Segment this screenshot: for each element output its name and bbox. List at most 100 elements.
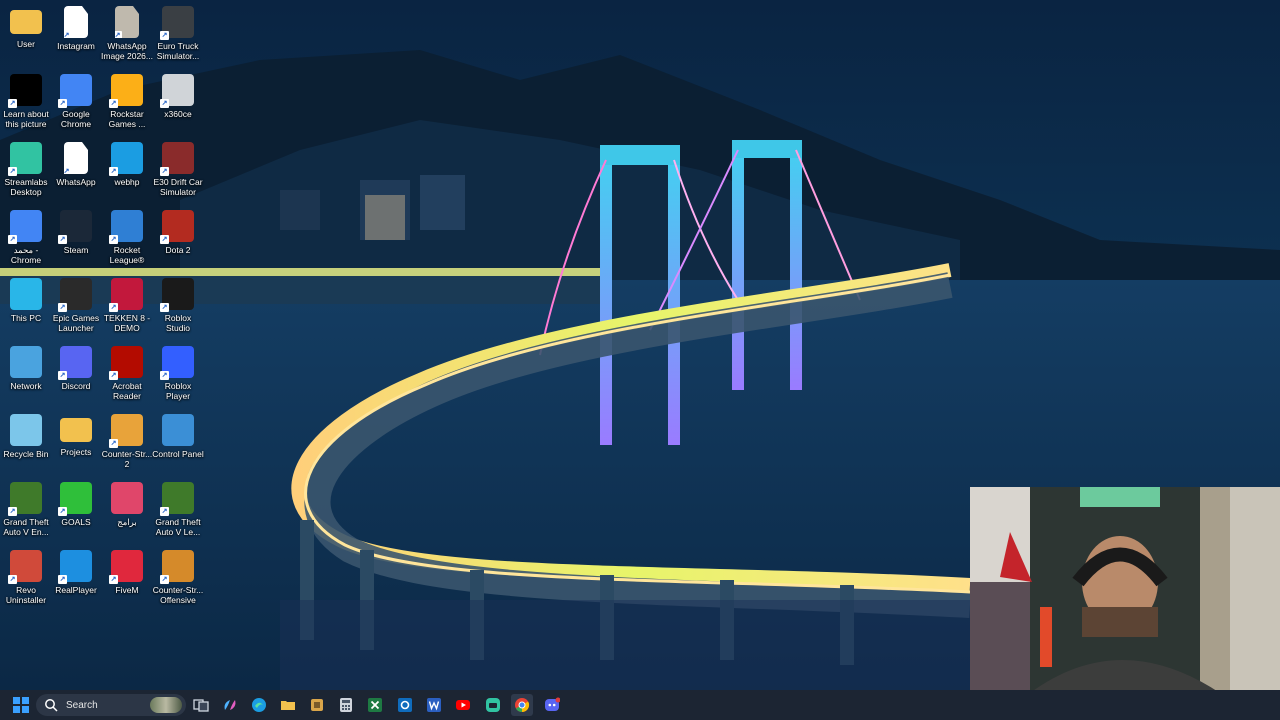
desktop-icon[interactable]: ↗ Grand Theft Auto V En... xyxy=(0,476,52,537)
realplayer-icon: ↗ xyxy=(58,550,92,584)
desktop-icon[interactable]: User xyxy=(0,0,52,49)
desktop-icon[interactable]: ↗ WhatsApp xyxy=(50,136,102,187)
shortcut-arrow-icon: ↗ xyxy=(63,167,71,175)
shortcut-arrow-icon: ↗ xyxy=(160,235,169,244)
desktop-icon[interactable]: This PC xyxy=(0,272,52,323)
desktop-icon[interactable]: ↗ Rockstar Games ... xyxy=(101,68,153,129)
desktop-icon[interactable]: ↗ Grand Theft Auto V Le... xyxy=(152,476,204,537)
file-icon: ↗ xyxy=(64,6,88,38)
excel-taskbar-button[interactable] xyxy=(364,694,386,716)
desktop-icon[interactable]: ↗ Roblox Player xyxy=(152,340,204,401)
shortcut-arrow-icon: ↗ xyxy=(160,167,169,176)
steam-icon: ↗ xyxy=(58,210,92,244)
desktop-icon[interactable]: ↗ RealPlayer xyxy=(50,544,102,595)
app-taskbar-button[interactable] xyxy=(306,694,328,716)
taskbar: Search xyxy=(0,690,1280,720)
desktop-icon-label: webhp xyxy=(114,177,140,187)
folder-icon xyxy=(10,10,42,34)
youtube-taskbar-button[interactable] xyxy=(452,694,474,716)
desktop-icon[interactable]: ↗ x360ce xyxy=(152,68,204,119)
desktop-icon[interactable]: ↗ Streamlabs Desktop xyxy=(0,136,52,197)
desktop-icon[interactable]: ↗ محمد - Chrome xyxy=(0,204,52,265)
desktop-icon-label: Streamlabs Desktop xyxy=(4,177,48,197)
car-icon: ↗ xyxy=(160,142,194,176)
chrome-taskbar-button[interactable] xyxy=(511,694,533,716)
desktop-icon[interactable]: Network xyxy=(0,340,52,391)
desktop-icon[interactable]: Projects xyxy=(50,408,102,457)
shortcut-arrow-icon: ↗ xyxy=(8,99,17,108)
desktop-icon-label: Euro Truck Simulator... xyxy=(156,41,200,61)
start-button[interactable] xyxy=(10,694,32,716)
shortcut-arrow-icon: ↗ xyxy=(58,303,67,312)
app-icon xyxy=(311,699,323,711)
streamlabs-taskbar-button[interactable] xyxy=(482,694,504,716)
desktop-icon[interactable]: ↗ Counter-Str... 2 xyxy=(101,408,153,469)
edge-taskbar-button[interactable] xyxy=(248,694,270,716)
desktop-icon[interactable]: ↗ webhp xyxy=(101,136,153,187)
file-explorer-button[interactable] xyxy=(277,694,299,716)
windows-icon xyxy=(13,697,29,713)
desktop-icon-label: Roblox Studio xyxy=(164,313,192,333)
desktop-icon[interactable]: ↗ Discord xyxy=(50,340,102,391)
desktop-icon[interactable]: ↗ Rocket League® xyxy=(101,204,153,265)
shortcut-arrow-icon: ↗ xyxy=(160,575,169,584)
monitor-icon xyxy=(10,278,42,310)
shortcut-arrow-icon: ↗ xyxy=(114,31,122,39)
camera-icon: ↗ xyxy=(8,74,42,108)
copilot-button[interactable] xyxy=(219,694,241,716)
desktop-icon[interactable]: ↗ GOALS xyxy=(50,476,102,527)
desktop-icon-label: RealPlayer xyxy=(55,585,97,595)
desktop-icon[interactable]: ↗ Learn about this picture xyxy=(0,68,52,129)
desktop-icon[interactable]: ↗ Counter-Str... Offensive xyxy=(152,544,204,605)
desktop-icon[interactable]: ↗ Euro Truck Simulator... xyxy=(152,0,204,61)
desktop-icon[interactable]: ↗ WhatsApp Image 2026... xyxy=(101,0,153,61)
task-view-icon xyxy=(193,699,209,712)
desktop-icon[interactable]: برامج xyxy=(101,476,153,527)
desktop-icon[interactable]: ↗ Google Chrome xyxy=(50,68,102,129)
desktop-icon-label: Network xyxy=(10,381,42,391)
chrome-icon: ↗ xyxy=(58,74,92,108)
desktop-icon-label: Revo Uninstaller xyxy=(5,585,47,605)
desktop-icon[interactable]: Recycle Bin xyxy=(0,408,52,459)
desktop-icon[interactable]: Control Panel xyxy=(152,408,204,459)
desktop-icon[interactable]: ↗ Dota 2 xyxy=(152,204,204,255)
image-file-icon: ↗ xyxy=(115,6,139,38)
desktop-icon-label: E30 Drift Car Simulator xyxy=(153,177,203,197)
control-panel-icon xyxy=(162,414,194,446)
desktop-icon[interactable]: ↗ Revo Uninstaller xyxy=(0,544,52,605)
desktop-icon[interactable]: ↗ Instagram xyxy=(50,0,102,51)
discord-taskbar-button[interactable] xyxy=(541,694,563,716)
outlook-icon xyxy=(398,698,412,712)
shortcut-arrow-icon: ↗ xyxy=(8,167,17,176)
desktop-icon-label: Learn about this picture xyxy=(3,109,49,129)
desktop-icon-label: برامج xyxy=(117,517,137,527)
desktop-icon-label: This PC xyxy=(10,313,42,323)
word-taskbar-button[interactable] xyxy=(423,694,445,716)
folder-icon xyxy=(60,418,92,442)
shortcut-arrow-icon: ↗ xyxy=(160,507,169,516)
desktop-icon[interactable]: ↗ TEKKEN 8 - DEMO xyxy=(101,272,153,333)
desktop-icon[interactable]: ↗ Acrobat Reader xyxy=(101,340,153,401)
task-view-button[interactable] xyxy=(190,694,212,716)
desktop-icon-label: Acrobat Reader xyxy=(112,381,142,401)
desktop-icon[interactable]: ↗ FiveM xyxy=(101,544,153,595)
calculator-taskbar-button[interactable] xyxy=(335,694,357,716)
desktop-icon-label: FiveM xyxy=(115,585,139,595)
desktop-icon-label: Projects xyxy=(60,447,92,457)
rocket-league-icon: ↗ xyxy=(109,210,143,244)
counter-strike-icon: ↗ xyxy=(109,414,143,448)
desktop-icon[interactable]: ↗ Roblox Studio xyxy=(152,272,204,333)
desktop-icon-label: x360ce xyxy=(164,109,192,119)
shortcut-arrow-icon: ↗ xyxy=(109,371,118,380)
desktop-icon-label: WhatsApp Image 2026... xyxy=(101,41,153,61)
webcam-feed xyxy=(970,487,1280,693)
desktop-icon[interactable]: ↗ E30 Drift Car Simulator xyxy=(152,136,204,197)
acrobat-icon: ↗ xyxy=(109,346,143,380)
desktop-icon[interactable]: ↗ Steam xyxy=(50,204,102,255)
desktop-icon[interactable]: ↗ Epic Games Launcher xyxy=(50,272,102,333)
shortcut-arrow-icon: ↗ xyxy=(160,31,169,40)
webcam-overlay xyxy=(970,487,1280,693)
outlook-taskbar-button[interactable] xyxy=(394,694,416,716)
desktop-icon-label: Rockstar Games ... xyxy=(108,109,146,129)
taskbar-search-box[interactable]: Search xyxy=(36,694,186,716)
